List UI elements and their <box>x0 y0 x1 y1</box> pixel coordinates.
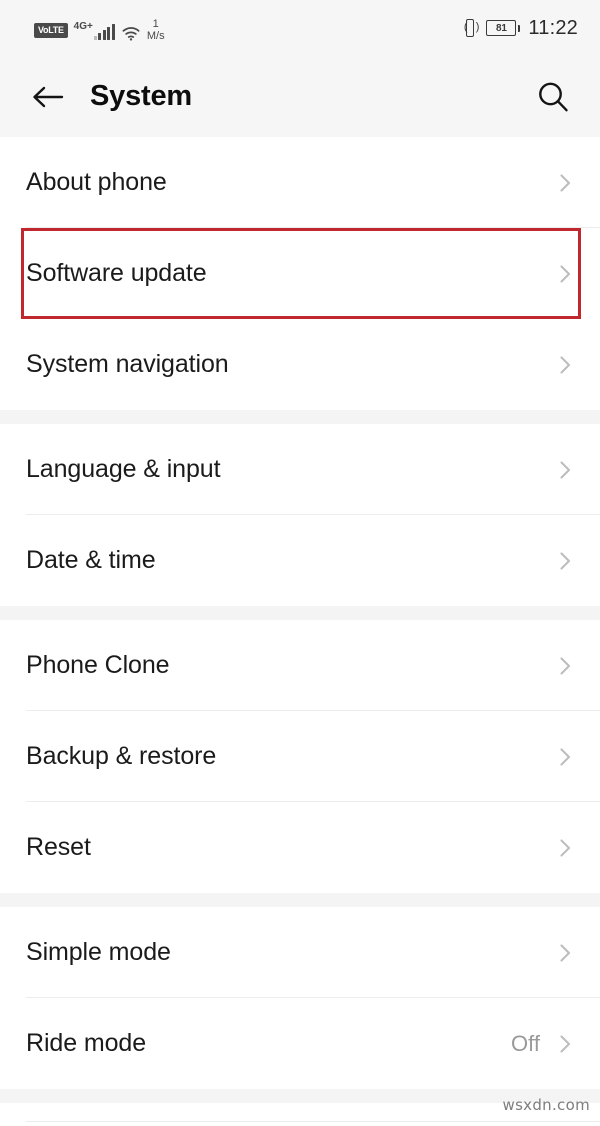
battery-percent-label: 81 <box>496 22 507 34</box>
chevron-right-icon <box>560 551 571 570</box>
list-item-label: Phone Clone <box>26 651 170 679</box>
data-speed-value: 1 <box>152 18 159 30</box>
chevron-right-icon <box>552 548 578 574</box>
watermark: wsxdn.com <box>502 1096 590 1114</box>
chevron-right-icon <box>552 352 578 378</box>
list-item-label: System navigation <box>26 350 229 378</box>
list-item-label: Reset <box>26 833 91 861</box>
status-bar: VoLTE 4G+ 1 M/s ( ) 81 11:22 <box>0 0 600 56</box>
chevron-right-icon <box>552 170 578 196</box>
chevron-right-icon <box>560 656 571 675</box>
phone-screen: VoLTE 4G+ 1 M/s ( ) 81 11:22 System Abou… <box>0 0 600 1126</box>
list-item[interactable]: Ride mode Off <box>0 998 600 1089</box>
battery-icon: 81 <box>486 20 521 36</box>
chevron-right-icon <box>552 653 578 679</box>
data-speed-indicator: 1 M/s <box>147 19 165 42</box>
bottom-divider <box>26 1121 600 1122</box>
arrow-left-icon <box>33 86 64 107</box>
group-separator <box>0 606 600 620</box>
list-item-label: About phone <box>26 168 167 196</box>
search-button[interactable] <box>530 74 576 120</box>
list-item[interactable]: Software update <box>0 228 600 319</box>
wifi-icon <box>121 25 141 41</box>
chevron-right-icon <box>552 457 578 483</box>
back-button[interactable] <box>26 75 70 119</box>
chevron-right-icon <box>552 744 578 770</box>
settings-group: Language & input Date & time <box>0 424 600 606</box>
list-item[interactable]: Date & time <box>0 515 600 606</box>
chevron-right-icon <box>560 264 571 283</box>
chevron-right-icon <box>552 1031 578 1057</box>
settings-group: Simple mode Ride mode Off <box>0 907 600 1089</box>
network-type-label: 4G+ <box>73 21 93 32</box>
list-item[interactable]: About phone <box>0 137 600 228</box>
search-icon <box>539 82 568 111</box>
settings-group: Phone Clone Backup & restore Reset <box>0 620 600 893</box>
list-item[interactable]: Language & input <box>0 424 600 515</box>
chevron-right-icon <box>560 355 571 374</box>
list-item-label: Date & time <box>26 546 156 574</box>
clock-label: 11:22 <box>528 16 578 39</box>
volte-icon: VoLTE <box>34 23 68 38</box>
cellular-signal-icon: 4G+ <box>74 22 115 40</box>
settings-group: About phone Software update System navigat… <box>0 137 600 410</box>
vibrate-icon: ( ) <box>462 18 479 38</box>
list-item[interactable]: Phone Clone <box>0 620 600 711</box>
settings-list: About phone Software update System navigat… <box>0 137 600 1126</box>
list-item[interactable]: Reset <box>0 802 600 893</box>
chevron-right-icon <box>560 943 571 962</box>
list-item-label: Language & input <box>26 455 221 483</box>
chevron-right-icon <box>552 835 578 861</box>
chevron-right-icon <box>560 1034 571 1053</box>
chevron-right-icon <box>560 173 571 192</box>
list-item-label: Backup & restore <box>26 742 217 770</box>
chevron-right-icon <box>560 460 571 479</box>
list-item-label: Simple mode <box>26 938 171 966</box>
list-item-value: Off <box>511 1030 540 1056</box>
chevron-right-icon <box>560 747 571 766</box>
list-item-label: Ride mode <box>26 1029 146 1057</box>
page-title: System <box>90 80 192 112</box>
status-bar-right: ( ) 81 11:22 <box>462 17 578 40</box>
group-separator <box>0 410 600 424</box>
chevron-right-icon <box>560 838 571 857</box>
data-speed-unit: M/s <box>146 30 165 42</box>
signal-bars-icon <box>93 24 115 40</box>
chevron-right-icon <box>552 940 578 966</box>
list-item[interactable]: Backup & restore <box>0 711 600 802</box>
list-item[interactable]: Simple mode <box>0 907 600 998</box>
list-item[interactable]: System navigation <box>0 319 600 410</box>
status-bar-left: VoLTE 4G+ 1 M/s <box>34 13 165 43</box>
chevron-right-icon <box>552 261 578 287</box>
list-item-label: Software update <box>26 259 207 287</box>
app-bar: System <box>0 56 600 137</box>
group-separator <box>0 893 600 907</box>
